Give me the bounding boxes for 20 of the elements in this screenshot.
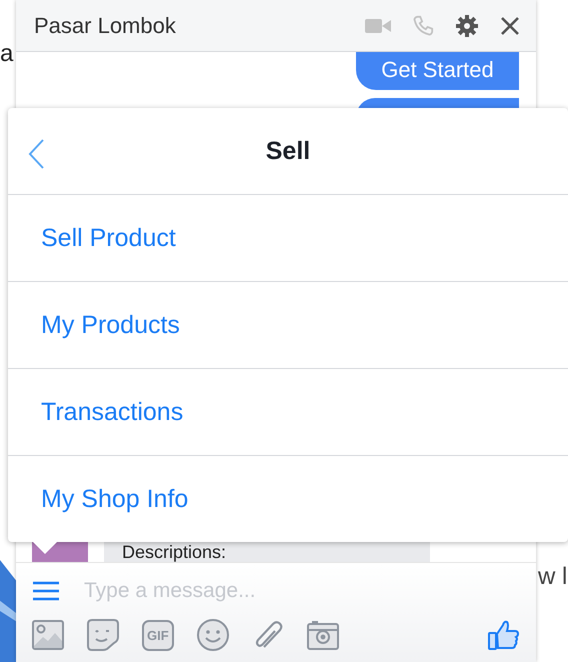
- sticker-icon[interactable]: [87, 619, 119, 651]
- menu-item[interactable]: Transactions: [8, 369, 568, 456]
- back-icon[interactable]: [27, 138, 45, 170]
- message-bubble: Get Started: [356, 52, 519, 90]
- page-text: a: [0, 40, 14, 68]
- thumbs-up-icon[interactable]: [488, 620, 520, 650]
- camera-icon[interactable]: [306, 620, 339, 650]
- video-camera-icon[interactable]: [365, 16, 391, 34]
- close-icon[interactable]: [500, 16, 520, 36]
- menu-item[interactable]: My Products: [8, 282, 568, 369]
- menu-title: Sell: [266, 136, 310, 166]
- phone-icon[interactable]: [412, 14, 434, 36]
- image-icon[interactable]: [32, 620, 64, 650]
- menu-icon[interactable]: [32, 581, 60, 601]
- settings-icon[interactable]: [455, 14, 479, 38]
- menu-item[interactable]: Sell Product: [8, 195, 568, 282]
- page-text: w l: [538, 563, 568, 591]
- emoji-icon[interactable]: [196, 619, 229, 651]
- chat-title: Pasar Lombok: [34, 12, 176, 38]
- gif-button[interactable]: GIF: [142, 620, 174, 650]
